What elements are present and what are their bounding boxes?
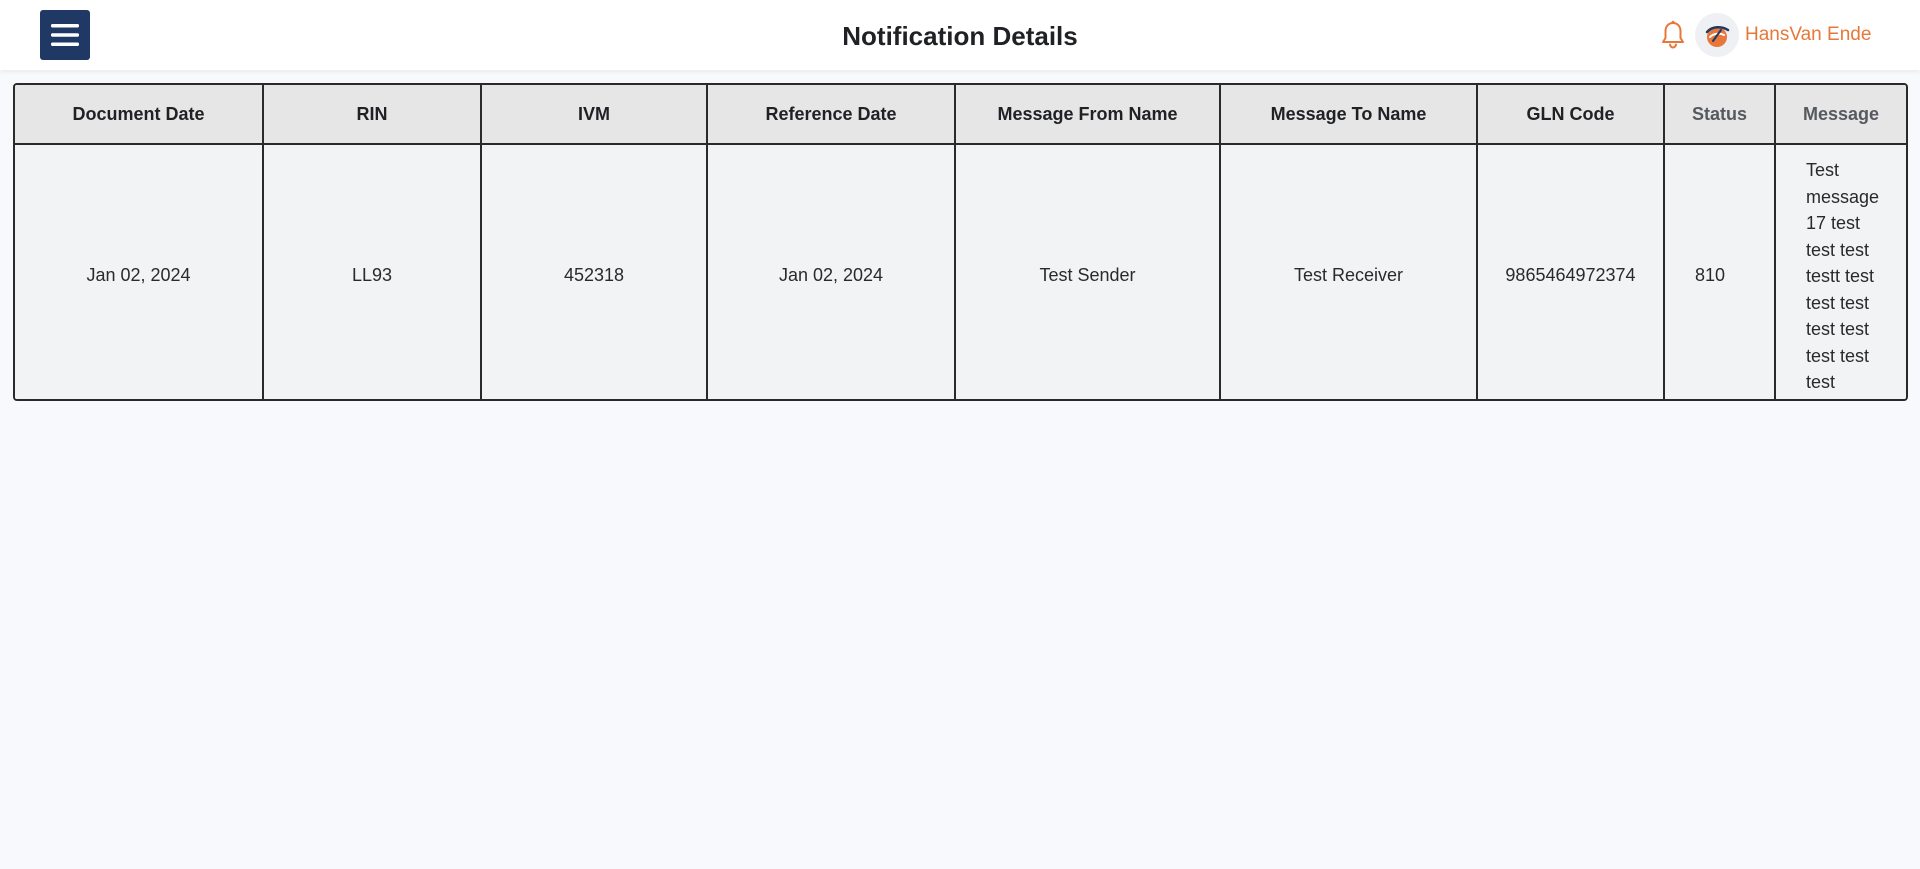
cell-gln-code: 9865464972374 (1477, 144, 1665, 399)
column-header-rin[interactable]: RIN (263, 85, 482, 145)
notification-table: Document Date RIN IVM Reference Date Mes… (13, 83, 1908, 401)
cell-rin: LL93 (263, 144, 482, 399)
column-header-message-from-name[interactable]: Message From Name (955, 85, 1221, 145)
cell-status: 810 (1664, 144, 1776, 399)
column-header-status[interactable]: Status (1664, 85, 1776, 145)
notifications-button[interactable] (1660, 20, 1686, 50)
cell-document-date: Jan 02, 2024 (15, 144, 264, 399)
column-header-reference-date[interactable]: Reference Date (707, 85, 956, 145)
menu-button[interactable] (40, 10, 90, 60)
bell-icon (1662, 20, 1684, 49)
page-title: Notification Details (842, 21, 1078, 51)
hamburger-menu-icon (51, 24, 79, 46)
cell-reference-date: Jan 02, 2024 (707, 144, 956, 399)
table-row[interactable]: Jan 02, 2024 LL93 452318 Jan 02, 2024 Te… (15, 144, 1906, 399)
column-header-document-date[interactable]: Document Date (15, 85, 264, 145)
user-name[interactable]: HansVan Ende (1745, 0, 1871, 70)
cell-message-from-name: Test Sender (955, 144, 1221, 399)
cell-ivm: 452318 (481, 144, 708, 399)
avatar[interactable] (1695, 13, 1739, 57)
table-header-row: Document Date RIN IVM Reference Date Mes… (15, 85, 1906, 145)
column-header-message[interactable]: Message (1775, 85, 1906, 145)
company-logo-icon (1705, 26, 1730, 47)
cell-message-to-name: Test Receiver (1220, 144, 1478, 399)
column-header-ivm[interactable]: IVM (481, 85, 708, 145)
top-bar: Notification Details HansVan Ende (0, 0, 1920, 70)
column-header-message-to-name[interactable]: Message To Name (1220, 85, 1478, 145)
column-header-gln-code[interactable]: GLN Code (1477, 85, 1665, 145)
cell-message: Test message 17 test test test testt tes… (1775, 144, 1906, 399)
